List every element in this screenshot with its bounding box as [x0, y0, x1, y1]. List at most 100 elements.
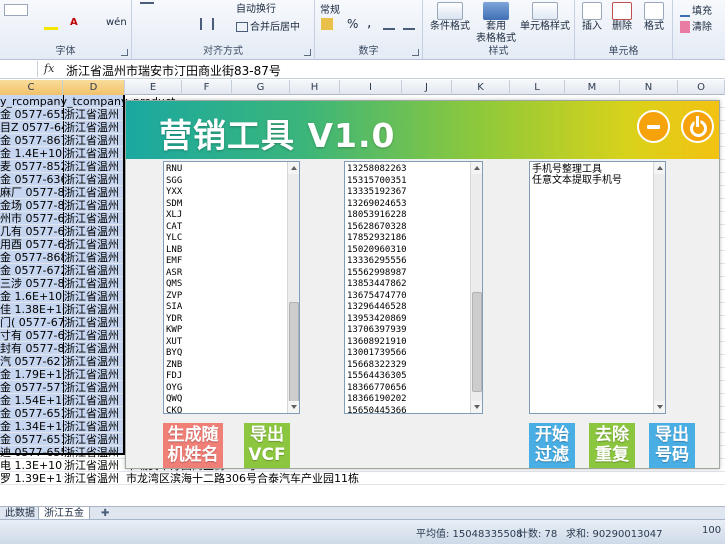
align-top-icon[interactable] [140, 2, 156, 14]
cell-d[interactable]: 浙江省温州 [64, 381, 125, 394]
list-item[interactable]: 15668322329 [347, 360, 407, 372]
column-header-d[interactable]: D [63, 80, 125, 95]
list-item[interactable]: 13296446528 [347, 302, 407, 314]
name-box[interactable] [0, 61, 38, 77]
cell-d[interactable]: 浙江省温州 [64, 459, 125, 472]
cell-d[interactable]: 浙江省温州 [64, 225, 125, 238]
comma-button[interactable]: , [367, 15, 371, 31]
scroll-up-icon[interactable] [654, 162, 665, 174]
column-header-e[interactable]: E [125, 80, 182, 95]
cell-c[interactable]: 麻厂 0577-883 [0, 186, 63, 199]
cell-c[interactable]: 汽 0577-627 [0, 355, 63, 368]
list-item[interactable]: XUT [166, 337, 182, 349]
list-item[interactable]: QMS [166, 279, 182, 291]
cell-c[interactable]: 金 1.79E+10 [0, 368, 63, 381]
column-header-j[interactable]: J [402, 80, 452, 95]
cell-e[interactable]: 市龙湾区滨海十二路306号合泰汽车产业园11栋 [126, 472, 725, 485]
cell-c[interactable]: 罗 1.39E+10 [0, 472, 63, 485]
list-item[interactable]: 15628670328 [347, 222, 407, 234]
cell-c[interactable]: 金 1.6E+10 [0, 290, 63, 303]
cell-d[interactable]: 浙江省温州 [64, 264, 125, 277]
list-item[interactable]: YXX [166, 187, 182, 199]
list-item[interactable]: 15020960310 [347, 245, 407, 257]
formula-input[interactable]: 浙江省温州市瑞安市汀田商业街83-87号 [66, 62, 281, 79]
phone-scrollbar[interactable] [470, 162, 482, 413]
list-item[interactable]: RNU [166, 164, 182, 176]
column-header-n[interactable]: N [620, 80, 678, 95]
font-name-box[interactable] [4, 4, 30, 16]
list-item[interactable]: 13269024653 [347, 199, 407, 211]
cell-d[interactable]: 浙江省温州 [64, 199, 125, 212]
cell-d[interactable]: 浙江省温州 [64, 472, 125, 485]
column-header-o[interactable]: O [678, 80, 725, 95]
wrap-text-button[interactable]: 自动换行 [236, 0, 276, 15]
export-vcf-button[interactable]: 导出 VCF [244, 423, 290, 468]
cell-d[interactable]: 浙江省温州 [64, 121, 125, 134]
list-item[interactable]: YDR [166, 314, 182, 326]
cell-d[interactable]: 浙江省温州 [64, 368, 125, 381]
table-row[interactable]: 罗 1.39E+10 浙江省温州 市龙湾区滨海十二路306号合泰汽车产业园11栋 [0, 472, 725, 485]
cell-c[interactable]: 电 1.3E+10 [0, 459, 63, 472]
insert-button[interactable]: 插入 [577, 2, 607, 33]
conditional-format-button[interactable]: 条件格式 [427, 2, 473, 33]
increase-decimal-icon[interactable] [383, 18, 397, 30]
cell-c[interactable]: 寸有 0577-656 [0, 329, 63, 342]
list-item[interactable]: CKQ [166, 406, 182, 414]
cell-d[interactable]: 浙江省温州 [64, 251, 125, 264]
list-item[interactable]: 18366190202 [347, 394, 407, 406]
list-item[interactable]: BYQ [166, 348, 182, 360]
list-item[interactable]: 18053916228 [347, 210, 407, 222]
cell-c[interactable]: 金 1.34E+10 [0, 420, 63, 433]
scroll-down-icon[interactable] [288, 401, 299, 413]
list-item[interactable]: LNB [166, 245, 182, 257]
fill-button[interactable]: 填充 [680, 2, 712, 17]
list-item[interactable]: 13336295556 [347, 256, 407, 268]
column-header-f[interactable]: F [182, 80, 232, 95]
scroll-up-icon[interactable] [288, 162, 299, 174]
cell-c[interactable]: 佳 1.38E+10 [0, 303, 63, 316]
cell-c[interactable]: 三涉 0577-862 [0, 277, 63, 290]
list-item[interactable]: KWP [166, 325, 182, 337]
list-item[interactable]: YLC [166, 233, 182, 245]
cell-d[interactable]: 浙江省温州 [64, 160, 125, 173]
cell-c[interactable]: 金 0577-655 [0, 108, 63, 121]
list-item[interactable]: 13335192367 [347, 187, 407, 199]
scroll-thumb[interactable] [472, 292, 482, 392]
start-filter-button[interactable]: 开始 过滤 [529, 423, 575, 468]
cell-d[interactable]: 浙江省温州 [64, 342, 125, 355]
list-item[interactable]: QWQ [166, 394, 182, 406]
cell-c[interactable]: 麦 0577-852 [0, 160, 63, 173]
surname-scrollbar[interactable] [287, 162, 299, 413]
column-header-m[interactable]: M [565, 80, 620, 95]
list-item[interactable]: 13258082263 [347, 164, 407, 176]
list-item[interactable]: 13953420869 [347, 314, 407, 326]
list-item[interactable]: 15562998987 [347, 268, 407, 280]
cell-d[interactable]: 浙江省温州 [64, 277, 125, 290]
cell-c[interactable]: 金 1.54E+10 [0, 394, 63, 407]
column-header-i[interactable]: I [340, 80, 402, 95]
log-text-box[interactable]: 手机号整理工具 任意文本提取手机号 [529, 161, 666, 414]
cell-d[interactable]: 浙江省温州 [64, 108, 125, 121]
clear-button[interactable]: 清除 [680, 18, 712, 33]
list-item[interactable]: 15564436305 [347, 371, 407, 383]
cell-c[interactable]: 金 0577-867 [0, 134, 63, 147]
list-item[interactable]: 18366770656 [347, 383, 407, 395]
cell-d[interactable]: 浙江省温州 [64, 316, 125, 329]
cell-d[interactable]: 浙江省温州 [64, 303, 125, 316]
merge-center-button[interactable]: 合并后居中 [236, 18, 300, 33]
alignment-dialog-launcher-icon[interactable] [304, 49, 311, 56]
list-item[interactable]: FDJ [166, 371, 182, 383]
indent-icon[interactable] [200, 18, 216, 30]
surname-list[interactable]: RNU SGG YXX SDM XLJ CAT YLC LNB EMF ASR QMS ZVP SIA Y… [163, 161, 300, 414]
cell-c[interactable]: 迪 0577-6550 [0, 446, 63, 459]
fx-icon[interactable]: fx [44, 62, 54, 75]
cell-c[interactable]: 金 0577-651 [0, 407, 63, 420]
list-item[interactable]: 13608921910 [347, 337, 407, 349]
cell-d[interactable]: 浙江省温州 [64, 134, 125, 147]
cell-c[interactable]: 门( 0577-673 [0, 316, 63, 329]
cell-c[interactable]: 金 0577-651 [0, 433, 63, 446]
cell-d[interactable]: 浙江省温州 [64, 173, 125, 186]
font-color-button[interactable]: A [70, 17, 78, 28]
cell-d[interactable]: 浙江省温州 [64, 186, 125, 199]
cell-d[interactable]: 浙江省温州 [64, 446, 125, 459]
